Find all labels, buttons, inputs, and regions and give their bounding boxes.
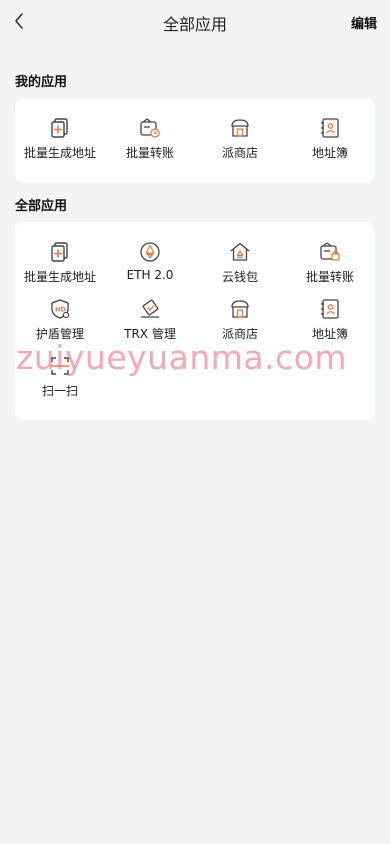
app-store[interactable]: 派商店 — [195, 289, 285, 346]
app-address-book[interactable]: 地址簿 — [285, 289, 375, 346]
app-scan[interactable]: 扫一扫 — [15, 346, 105, 403]
app-label: 批量生成地址 — [23, 146, 96, 160]
app-label: TRX 管理 — [124, 327, 176, 341]
batch-address-icon — [51, 242, 68, 262]
my-app-batch-transfer[interactable]: 批量转账 — [105, 108, 195, 165]
my-app-store[interactable]: 派商店 — [195, 108, 285, 165]
app-trx[interactable]: TRX 管理 — [105, 289, 195, 346]
app-label: 批量转账 — [125, 146, 174, 160]
app-label: 批量生成地址 — [23, 270, 96, 284]
all-apps-title: 全部应用 — [15, 199, 68, 214]
store-icon — [231, 119, 249, 137]
app-batch-address[interactable]: 批量生成地址 — [15, 232, 105, 289]
app-label: 云钱包 — [221, 270, 258, 284]
store-icon — [231, 300, 249, 318]
page-title: 全部应用 — [162, 15, 227, 34]
shield-icon: HD — [51, 299, 70, 319]
header: 全部应用 编辑 — [0, 0, 390, 44]
app-label: ETH 2.0 — [126, 268, 174, 282]
batch-address-icon — [51, 118, 68, 138]
app-label: 派商店 — [221, 146, 258, 160]
my-apps-card: 批量生成地址 批量转账 派商店 地址簿 — [15, 98, 375, 183]
my-apps-title: 我的应用 — [15, 75, 68, 90]
my-app-address-book[interactable]: 地址簿 — [285, 108, 375, 165]
edit-button[interactable]: 编辑 — [351, 13, 377, 32]
app-label: 地址簿 — [311, 327, 348, 341]
trx-icon — [141, 299, 159, 318]
app-eth[interactable]: ETH 2.0 — [105, 232, 195, 289]
scan-icon — [51, 357, 69, 375]
cloud-wallet-icon — [230, 242, 250, 261]
app-label: 批量转账 — [305, 270, 354, 284]
my-app-batch-address[interactable]: 批量生成地址 — [15, 108, 105, 165]
address-book-icon — [321, 299, 339, 319]
app-cloud-wallet[interactable]: 云钱包 — [195, 232, 285, 289]
app-label: 护盾管理 — [35, 327, 84, 341]
eth-icon — [140, 242, 160, 262]
app-label: 地址簿 — [311, 146, 348, 160]
app-batch-transfer[interactable]: 批量转账 — [285, 232, 375, 289]
batch-transfer-icon — [140, 118, 160, 138]
all-apps-card: 批量生成地址 ETH 2.0 云钱包 批量转账 HD 护盾管理 TRX 管理 派… — [15, 222, 375, 420]
batch-transfer-icon — [320, 242, 340, 261]
address-book-icon — [321, 118, 339, 138]
app-shield[interactable]: HD 护盾管理 — [15, 289, 105, 346]
app-label: 派商店 — [221, 327, 258, 341]
app-label: 扫一扫 — [41, 384, 78, 398]
